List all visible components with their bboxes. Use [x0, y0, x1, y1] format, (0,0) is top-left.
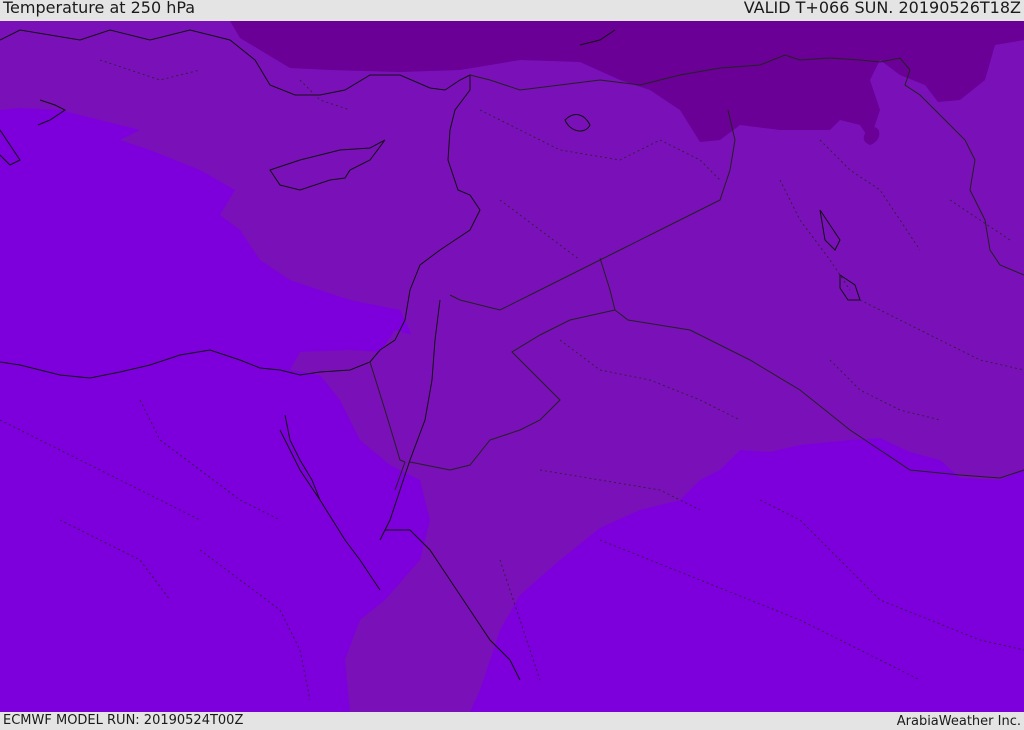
- temperature-map[interactable]: [0, 21, 1024, 712]
- map-title: Temperature at 250 hPa: [3, 0, 196, 17]
- footer-bar: ECMWF MODEL RUN: 20190524T00Z ArabiaWeat…: [0, 712, 1024, 729]
- header-bar: Temperature at 250 hPa VALID T+066 SUN. …: [0, 0, 1024, 21]
- credit: ArabiaWeather Inc.: [896, 714, 1021, 729]
- valid-time: VALID T+066 SUN. 20190526T18Z: [743, 0, 1021, 17]
- model-run: ECMWF MODEL RUN: 20190524T00Z: [3, 713, 244, 728]
- map-canvas: [0, 21, 1024, 712]
